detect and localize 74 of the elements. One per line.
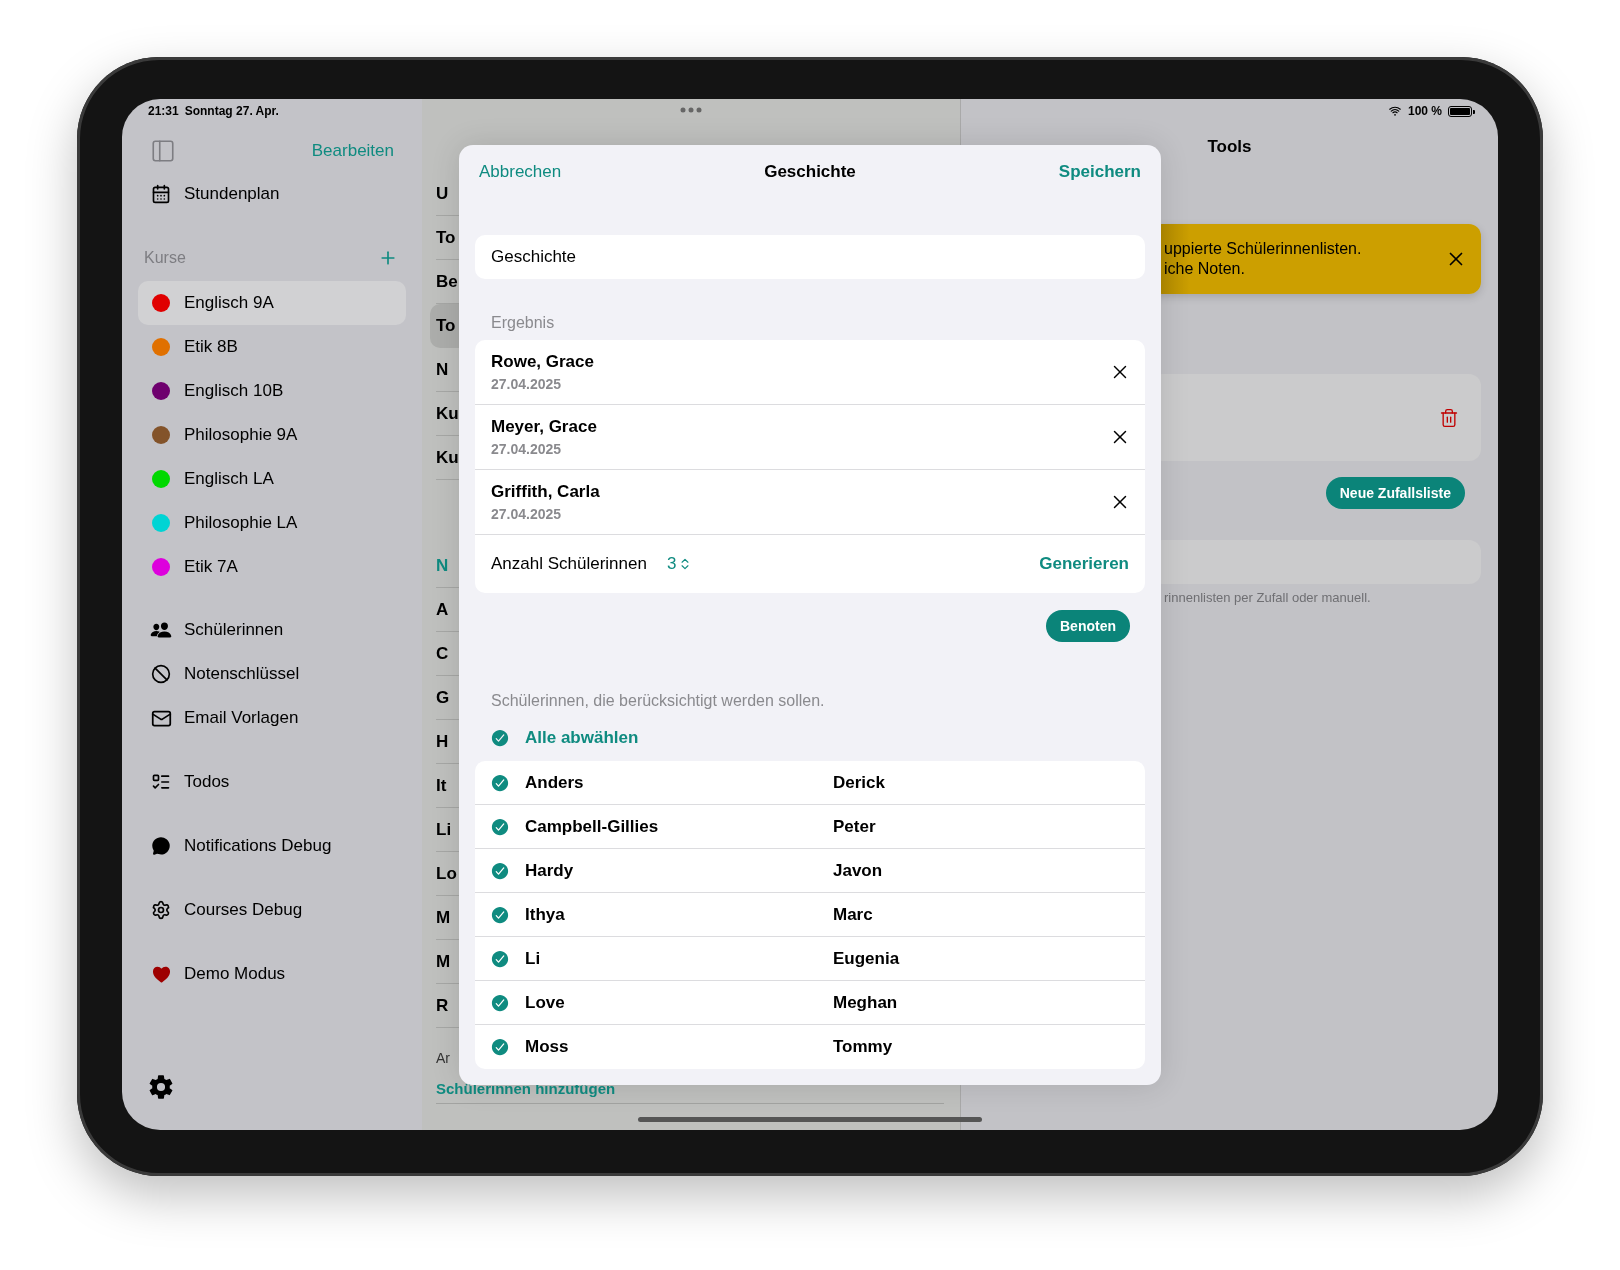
- sidebar-item[interactable]: Demo Modus: [138, 942, 406, 1006]
- sidebar-toggle-icon[interactable]: [150, 138, 176, 164]
- calendar-icon: [151, 184, 171, 204]
- first-name: Marc: [833, 905, 874, 925]
- new-list-button[interactable]: Neue Zufallsliste: [1325, 477, 1465, 509]
- settings-icon[interactable]: [148, 1074, 174, 1100]
- slashed-circle-icon: [151, 664, 171, 684]
- gear-icon: [151, 900, 171, 920]
- first-name: Meghan: [833, 993, 899, 1013]
- label-text: Ar: [436, 1050, 451, 1068]
- section-title: Kurse: [144, 249, 186, 267]
- first-name: Javon: [833, 861, 884, 881]
- student-name: Rowe, Grace: [491, 352, 594, 372]
- first-name: Tommy: [833, 1037, 894, 1057]
- checkbox[interactable]: [490, 993, 510, 1013]
- last-name: Ithya: [525, 905, 566, 925]
- checkbox[interactable]: [490, 949, 510, 969]
- footnote-text: rinnenlisten per Zufall oder manuell.: [1163, 590, 1372, 605]
- last-name: Anders: [525, 773, 585, 793]
- trash-icon[interactable]: [1439, 407, 1459, 428]
- checkbox[interactable]: [490, 817, 510, 837]
- battery-percent: 100 %: [1407, 104, 1442, 118]
- modal-title: Geschichte: [764, 162, 856, 182]
- last-name: Hardy: [525, 861, 575, 881]
- date-text: 27.04.2025: [491, 376, 563, 392]
- cancel-button[interactable]: Abbrechen: [479, 162, 562, 182]
- date-text: 27.04.2025: [491, 441, 563, 457]
- course-item[interactable]: Philosophie LA: [138, 501, 406, 545]
- last-name: Campbell-Gillies: [525, 817, 660, 837]
- student-name: Griffith, Carla: [491, 482, 600, 502]
- last-name: Li: [525, 949, 542, 969]
- sidebar-item[interactable]: Stundenplan: [138, 172, 406, 216]
- count-stepper[interactable]: 3: [666, 554, 693, 574]
- last-name: Moss: [525, 1037, 570, 1057]
- hint-text: Schülerinnen, die berücksichtigt werden sollen.: [490, 692, 826, 711]
- course-item[interactable]: Englisch 9A: [138, 281, 406, 325]
- status-time: 21:31: [148, 104, 179, 118]
- status-date: Sonntag 27. Apr.: [184, 104, 279, 118]
- group-label: Ergebnis: [490, 313, 556, 333]
- course-item[interactable]: Philosophie 9A: [138, 413, 406, 457]
- wifi-icon: [1387, 104, 1402, 118]
- sidebar-item[interactable]: Todos: [138, 750, 406, 814]
- checkbox[interactable]: [490, 1037, 510, 1057]
- checklist-icon: [151, 772, 171, 792]
- date-text: 27.04.2025: [491, 506, 563, 522]
- more-dots-icon[interactable]: [680, 107, 702, 113]
- last-name: Love: [525, 993, 566, 1013]
- speech-bubble-icon: [151, 836, 171, 856]
- people-icon: [150, 619, 172, 641]
- sidebar-item[interactable]: Schülerinnen: [138, 608, 406, 652]
- course-item[interactable]: Englisch 10B: [138, 369, 406, 413]
- grade-button[interactable]: Benoten: [1046, 610, 1130, 642]
- name-field[interactable]: Geschichte: [475, 235, 1145, 279]
- course-item[interactable]: Englisch LA: [138, 457, 406, 501]
- sidebar-item[interactable]: Email Vorlagen: [138, 696, 406, 740]
- sidebar-item[interactable]: Courses Debug: [138, 878, 406, 942]
- course-item[interactable]: Etik 7A: [138, 545, 406, 589]
- battery-icon: [1448, 105, 1472, 117]
- checkbox[interactable]: [490, 905, 510, 925]
- student-name: Meyer, Grace: [491, 417, 597, 437]
- sidebar-item[interactable]: Notifications Debug: [138, 814, 406, 878]
- first-name: Peter: [833, 817, 877, 837]
- save-button[interactable]: Speichern: [1058, 162, 1141, 182]
- course-item[interactable]: Etik 8B: [138, 325, 406, 369]
- checkbox[interactable]: [490, 773, 510, 793]
- deselect-all-button[interactable]: Alle abwählen: [490, 726, 639, 750]
- panel-title: Tools: [1206, 137, 1253, 158]
- banner-text: uppierte Schülerinnenlisten. iche Noten.: [1164, 239, 1362, 279]
- first-name: Eugenia: [833, 949, 901, 969]
- checkbox[interactable]: [490, 861, 510, 881]
- sidebar-item[interactable]: Notenschlüssel: [138, 652, 406, 696]
- count-label: Anzahl Schülerinnen: [491, 554, 647, 574]
- generate-button[interactable]: Generieren: [1039, 554, 1129, 574]
- first-name: Derick: [833, 773, 886, 793]
